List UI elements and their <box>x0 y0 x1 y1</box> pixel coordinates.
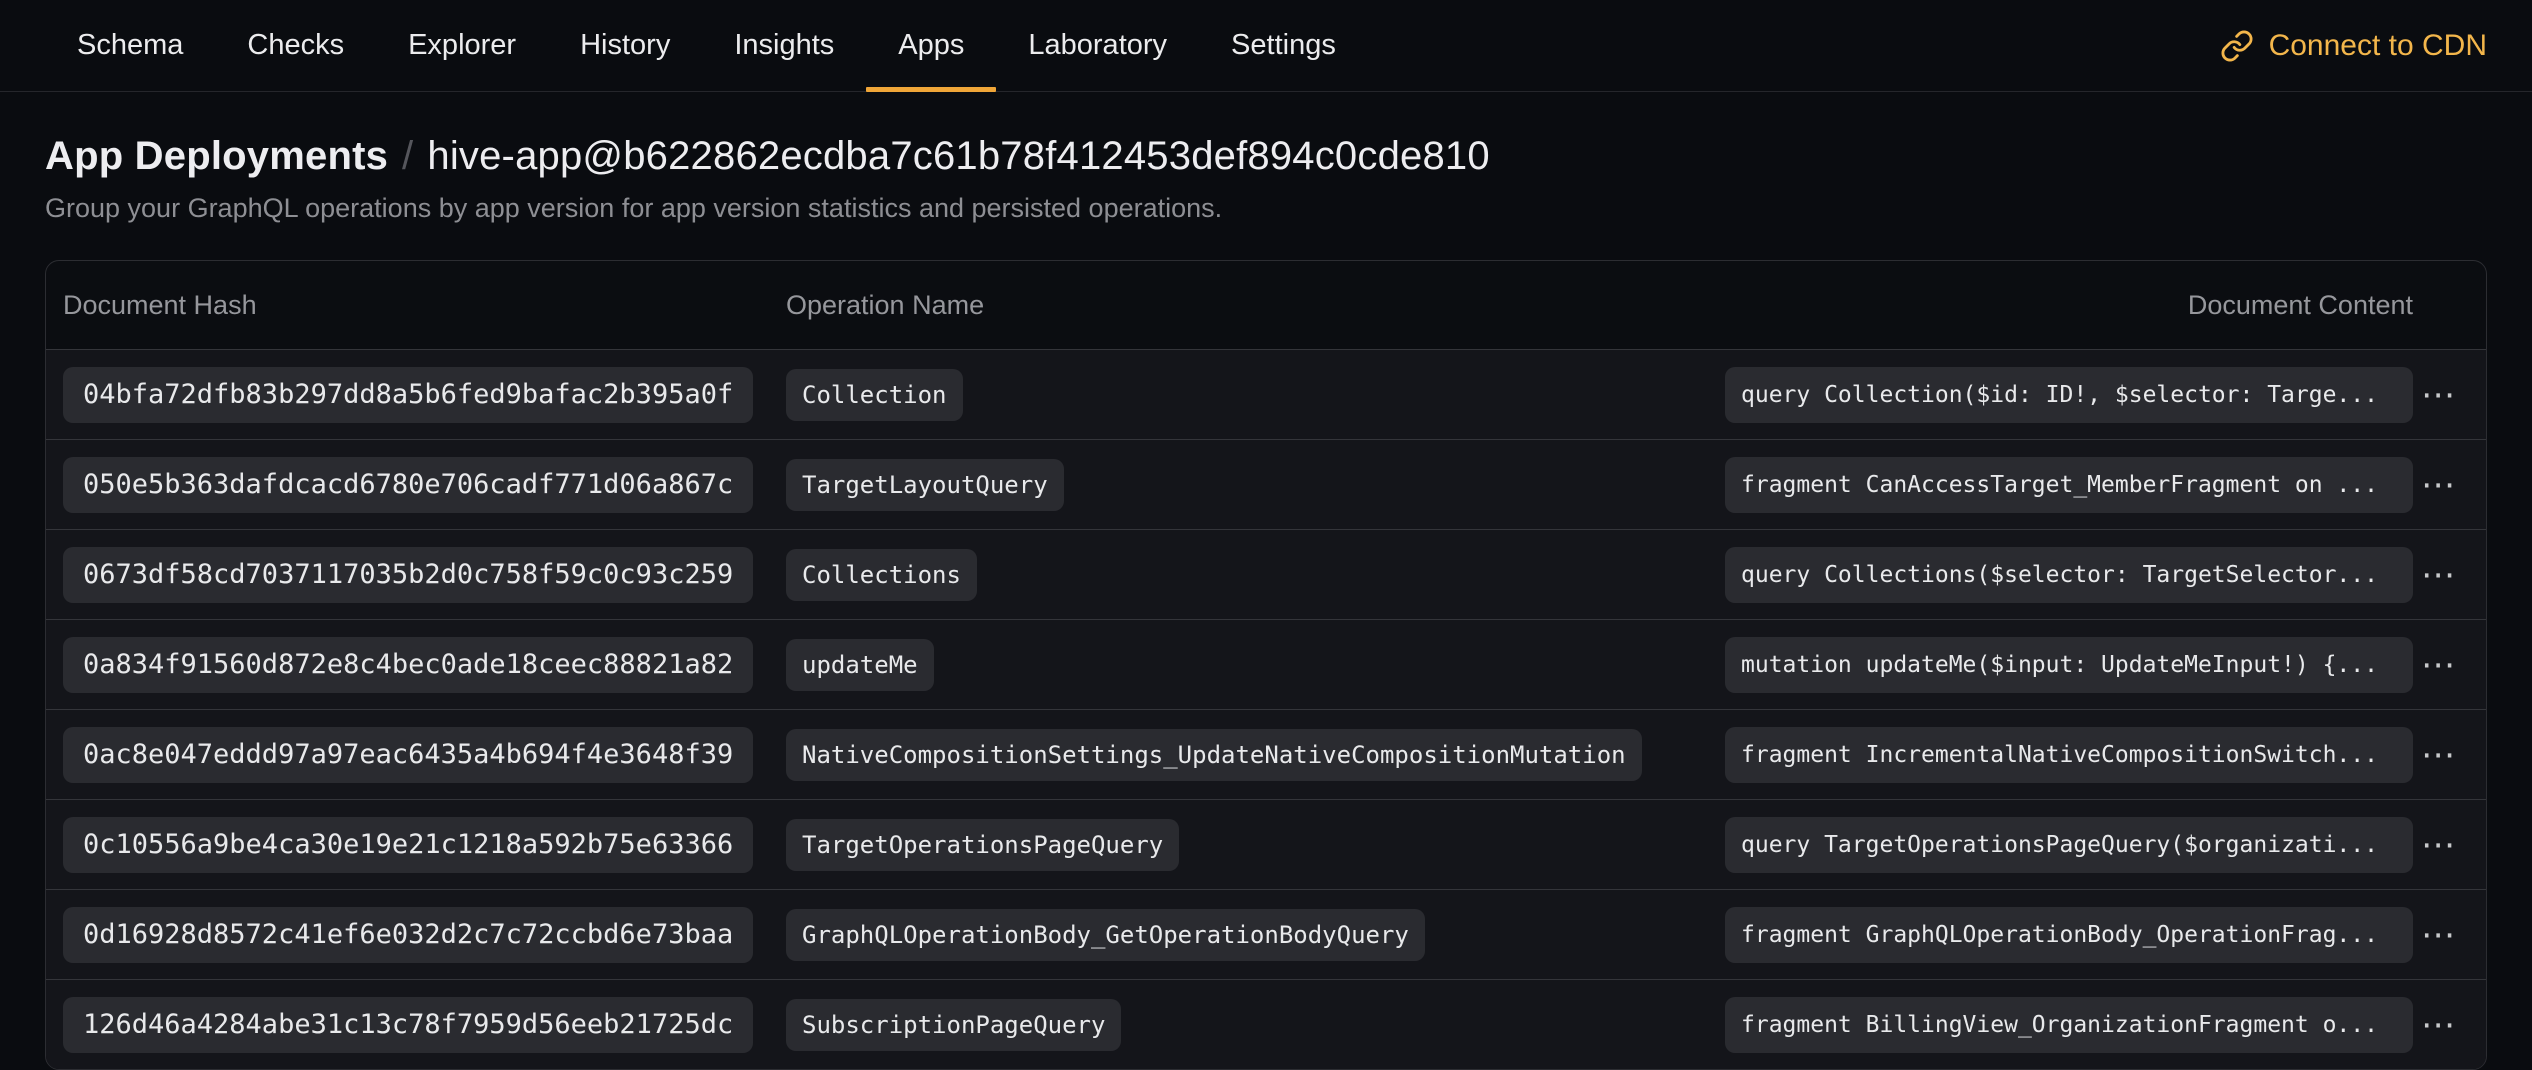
operation-name: updateMe <box>786 639 934 691</box>
nav-tabs: Schema Checks Explorer History Insights … <box>45 0 1368 91</box>
page-header: App Deployments / hive-app@b622862ecdba7c6… <box>0 92 2532 224</box>
row-menu-button[interactable]: ⋯ <box>2413 822 2463 868</box>
table-row: 0c10556a9be4ca30e19e21c1218a592b75e63366… <box>46 799 2486 889</box>
table-row: 0673df58cd7037117035b2d0c758f59c0c93c259… <box>46 529 2486 619</box>
tab-schema[interactable]: Schema <box>45 0 215 91</box>
connect-to-cdn-label: Connect to CDN <box>2269 29 2487 63</box>
document-content: mutation updateMe($input: UpdateMeInput!… <box>1725 637 2413 693</box>
tab-apps[interactable]: Apps <box>866 0 996 91</box>
operation-name: SubscriptionPageQuery <box>786 999 1121 1051</box>
document-content: query Collections($selector: TargetSelec… <box>1725 547 2413 603</box>
row-menu-button[interactable]: ⋯ <box>2413 372 2463 418</box>
row-menu-button[interactable]: ⋯ <box>2413 552 2463 598</box>
operation-name: NativeCompositionSettings_UpdateNativeCo… <box>786 729 1642 781</box>
operation-name: TargetLayoutQuery <box>786 459 1064 511</box>
row-menu-button[interactable]: ⋯ <box>2413 462 2463 508</box>
table-row: 050e5b363dafdcacd6780e706cadf771d06a867c… <box>46 439 2486 529</box>
operation-name: GraphQLOperationBody_GetOperationBodyQue… <box>786 909 1425 961</box>
document-content: query TargetOperationsPageQuery($organiz… <box>1725 817 2413 873</box>
link-icon <box>2220 29 2254 63</box>
document-content: fragment BillingView_OrganizationFragmen… <box>1725 997 2413 1053</box>
top-nav: Schema Checks Explorer History Insights … <box>0 0 2532 92</box>
row-menu-button[interactable]: ⋯ <box>2413 912 2463 958</box>
document-hash: 04bfa72dfb83b297dd8a5b6fed9bafac2b395a0f <box>63 367 753 423</box>
row-menu-button[interactable]: ⋯ <box>2413 732 2463 778</box>
table-header-row: Document Hash Operation Name Document Co… <box>46 261 2486 349</box>
document-hash: 0673df58cd7037117035b2d0c758f59c0c93c259 <box>63 547 753 603</box>
connect-to-cdn-button[interactable]: Connect to CDN <box>2220 29 2487 63</box>
tab-insights[interactable]: Insights <box>702 0 866 91</box>
operation-name: TargetOperationsPageQuery <box>786 819 1179 871</box>
tab-history[interactable]: History <box>548 0 702 91</box>
document-hash: 0c10556a9be4ca30e19e21c1218a592b75e63366 <box>63 817 753 873</box>
document-hash: 050e5b363dafdcacd6780e706cadf771d06a867c <box>63 457 753 513</box>
document-hash: 126d46a4284abe31c13c78f7959d56eeb21725dc <box>63 997 753 1053</box>
document-content: fragment CanAccessTarget_MemberFragment … <box>1725 457 2413 513</box>
column-header-operation-name: Operation Name <box>786 290 1725 321</box>
row-menu-button[interactable]: ⋯ <box>2413 642 2463 688</box>
breadcrumb: App Deployments / hive-app@b622862ecdba7c6… <box>45 134 2487 179</box>
tab-explorer[interactable]: Explorer <box>376 0 548 91</box>
tab-checks[interactable]: Checks <box>215 0 376 91</box>
table-row: 04bfa72dfb83b297dd8a5b6fed9bafac2b395a0f… <box>46 349 2486 439</box>
column-header-document-hash: Document Hash <box>63 290 786 321</box>
breadcrumb-root[interactable]: App Deployments <box>45 134 388 178</box>
table-row: 0d16928d8572c41ef6e032d2c7c72ccbd6e73baa… <box>46 889 2486 979</box>
table-row: 0a834f91560d872e8c4bec0ade18ceec88821a82… <box>46 619 2486 709</box>
document-hash: 0a834f91560d872e8c4bec0ade18ceec88821a82 <box>63 637 753 693</box>
row-menu-button[interactable]: ⋯ <box>2413 1002 2463 1048</box>
breadcrumb-app-id: hive-app@b622862ecdba7c61b78f412453def89… <box>427 134 1489 178</box>
document-content: fragment IncrementalNativeCompositionSwi… <box>1725 727 2413 783</box>
document-hash: 0ac8e047eddd97a97eac6435a4b694f4e3648f39 <box>63 727 753 783</box>
document-content: query Collection($id: ID!, $selector: Ta… <box>1725 367 2413 423</box>
operation-name: Collections <box>786 549 977 601</box>
column-header-document-content: Document Content <box>1725 290 2413 321</box>
operation-name: Collection <box>786 369 963 421</box>
breadcrumb-separator: / <box>402 134 413 178</box>
table-row: 0ac8e047eddd97a97eac6435a4b694f4e3648f39… <box>46 709 2486 799</box>
document-hash: 0d16928d8572c41ef6e032d2c7c72ccbd6e73baa <box>63 907 753 963</box>
tab-laboratory[interactable]: Laboratory <box>996 0 1199 91</box>
app-deployments-table: Document Hash Operation Name Document Co… <box>45 260 2487 1070</box>
page-subtitle: Group your GraphQL operations by app ver… <box>45 193 2487 224</box>
tab-settings[interactable]: Settings <box>1199 0 1368 91</box>
document-content: fragment GraphQLOperationBody_OperationF… <box>1725 907 2413 963</box>
table-row: 126d46a4284abe31c13c78f7959d56eeb21725dc… <box>46 979 2486 1069</box>
